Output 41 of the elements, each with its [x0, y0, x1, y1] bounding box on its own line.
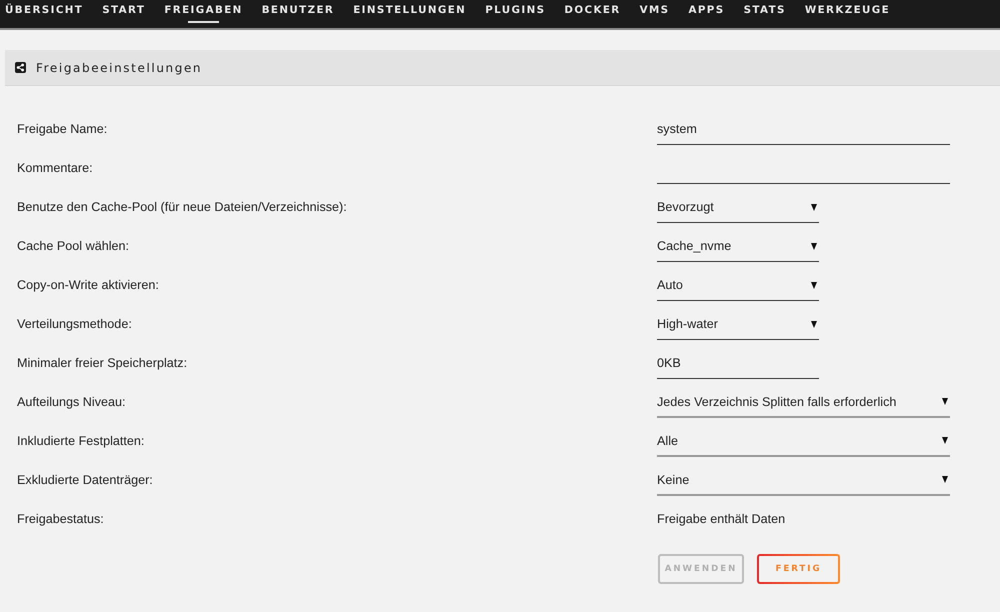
field-label: Aufteilungs Niveau:	[17, 394, 126, 410]
caret-icon	[811, 320, 817, 328]
field-label: Copy-on-Write aktivieren:	[17, 277, 159, 293]
nav-tab[interactable]: START	[102, 0, 146, 28]
panel-title: Freigabeeinstellungen	[36, 60, 202, 74]
caret-icon	[811, 282, 817, 288]
field-label: Kommentare:	[17, 160, 93, 176]
select-field[interactable]: High-water	[657, 308, 819, 340]
select-field[interactable]: Cache_nvme	[657, 230, 819, 262]
select-field[interactable]: Keine	[657, 464, 950, 496]
field-label: Benutze den Cache-Pool (für neue Dateien/Verzeichnisse):	[17, 199, 347, 215]
nav-tab[interactable]: DOCKER	[564, 0, 621, 28]
select-field[interactable]: Bevorzugt	[657, 191, 819, 223]
nav-tab[interactable]: PLUGINS	[485, 0, 546, 28]
caret-icon	[811, 242, 817, 250]
nav-tab[interactable]: VMS	[640, 0, 670, 28]
field-label: Exkludierte Datenträger:	[17, 472, 153, 488]
text-input[interactable]: system	[657, 113, 950, 145]
field-label: Freigabe Name:	[17, 121, 108, 137]
caret-icon	[942, 437, 948, 444]
nav-tab[interactable]: APPS	[688, 0, 725, 28]
select-field[interactable]: Jedes Verzeichnis Splitten falls erforderlich	[657, 386, 950, 418]
nav-tab[interactable]: BENUTZER	[262, 0, 334, 28]
select-field[interactable]: Alle	[657, 425, 950, 457]
field-label: Verteilungsmethode:	[17, 316, 132, 332]
field-label: Minimaler freier Speicherplatz:	[17, 355, 188, 371]
field-label: Cache Pool wählen:	[17, 238, 130, 254]
status-text: Freigabe enthält Daten	[657, 511, 786, 527]
field-label: Inkludierte Festplatten:	[17, 433, 144, 449]
field-label: Freigabestatus:	[17, 511, 104, 527]
nav-tab[interactable]: FREIGABEN	[164, 0, 243, 28]
nav-tab[interactable]: EINSTELLUNGEN	[353, 0, 466, 28]
nav-tab[interactable]: ÜBERSICHT	[5, 0, 84, 28]
nav-tab[interactable]: STATS	[744, 0, 786, 28]
select-field[interactable]: Auto	[657, 269, 819, 301]
nav-tab[interactable]: WERKZEUGE	[804, 0, 890, 28]
caret-icon	[942, 476, 948, 483]
caret-icon	[942, 398, 948, 405]
caret-icon	[811, 204, 817, 210]
share-icon	[15, 62, 26, 73]
text-input[interactable]: 0KB	[657, 347, 819, 379]
